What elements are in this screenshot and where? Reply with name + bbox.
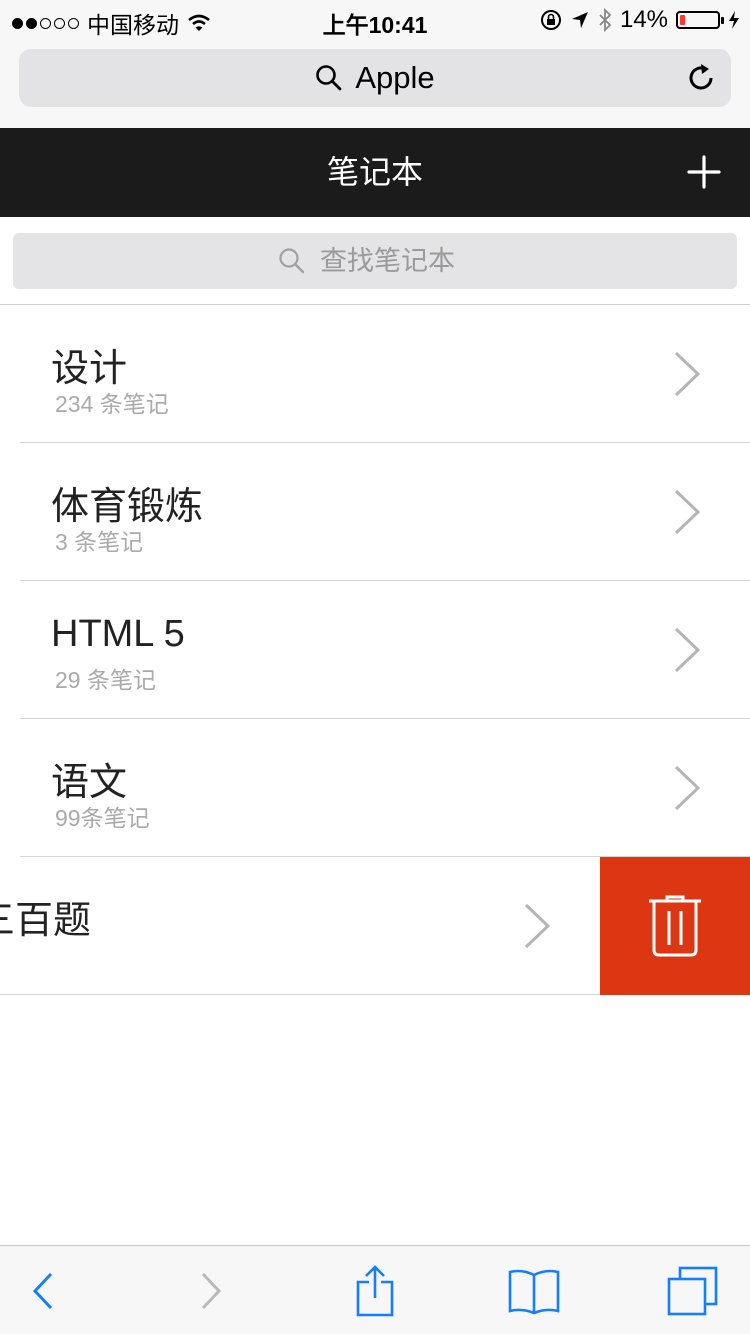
notebook-name: 体育锻炼 (51, 486, 204, 528)
list-item[interactable]: 设计 234 条笔记 (0, 305, 750, 443)
back-arrow-icon (32, 1272, 53, 1310)
tabs-icon (667, 1266, 718, 1316)
notebook-name: HTML 5 (51, 613, 185, 655)
trash-icon (649, 895, 701, 957)
status-right: 14% (540, 6, 740, 34)
back-button[interactable] (16, 1266, 70, 1316)
battery-level (680, 15, 686, 25)
battery-icon (676, 11, 724, 29)
plus-icon[interactable] (686, 154, 722, 190)
chevron-right-icon (674, 627, 701, 673)
list-item-content[interactable]: HTML 5 29 条笔记 (0, 581, 750, 719)
list-item-swiped[interactable]: 笔记三百题 记 (0, 857, 750, 995)
chevron-right-icon (524, 903, 551, 949)
address-bar[interactable]: Apple (19, 49, 731, 107)
notebook-count: 99条笔记 (55, 805, 150, 831)
chevron-right-icon (674, 489, 701, 535)
bookmarks-icon (508, 1269, 560, 1315)
forward-button[interactable] (184, 1266, 238, 1316)
notebook-list: 设计 234 条笔记 体育锻炼 3 条笔记 HTML 5 29 条笔记 语文 9… (0, 305, 750, 995)
notebook-count: 234 条笔记 (55, 391, 169, 417)
address-text: Apple (355, 60, 435, 95)
list-item[interactable]: HTML 5 29 条笔记 (0, 581, 750, 719)
search-area (0, 217, 750, 305)
status-bar: 中国移动 上午10:41 14% (0, 0, 750, 40)
search-icon (316, 65, 342, 91)
share-icon (356, 1265, 394, 1317)
page-title: 笔记本 (326, 154, 423, 190)
location-arrow-icon (571, 12, 588, 28)
delete-button[interactable] (600, 857, 750, 995)
bookmarks-button[interactable] (507, 1266, 561, 1316)
list-item[interactable]: 体育锻炼 3 条笔记 (0, 443, 750, 581)
list-item-content[interactable]: 笔记三百题 记 (0, 857, 600, 995)
reload-icon[interactable] (685, 62, 717, 94)
notebook-name: 语文 (51, 762, 128, 804)
list-item[interactable]: 语文 99条笔记 (0, 719, 750, 857)
app-header: 笔记本 (0, 128, 750, 217)
browser-toolbar (0, 1245, 750, 1334)
search-input[interactable] (318, 244, 472, 278)
search-icon (279, 248, 305, 274)
chevron-right-icon (674, 351, 701, 397)
battery-percent: 14% (619, 6, 668, 33)
notebook-name: 笔记三百题 (0, 900, 92, 942)
chevron-right-icon (674, 765, 701, 811)
tabs-button[interactable] (666, 1266, 720, 1316)
rotation-lock-icon (540, 10, 561, 30)
charging-bolt-icon (729, 11, 739, 29)
forward-arrow-icon (201, 1272, 222, 1310)
list-item-content[interactable]: 语文 99条笔记 (0, 719, 750, 857)
bluetooth-icon (599, 8, 612, 32)
notebook-count: 3 条笔记 (55, 529, 144, 555)
notebook-name: 设计 (51, 348, 128, 390)
list-item-content[interactable]: 设计 234 条笔记 (0, 305, 750, 443)
address-center: Apple (19, 49, 731, 107)
browser-address-area: Apple (0, 40, 750, 128)
list-item-content[interactable]: 体育锻炼 3 条笔记 (0, 443, 750, 581)
notebook-count: 29 条笔记 (55, 667, 156, 693)
notebook-search[interactable] (13, 233, 737, 289)
share-button[interactable] (348, 1265, 402, 1317)
